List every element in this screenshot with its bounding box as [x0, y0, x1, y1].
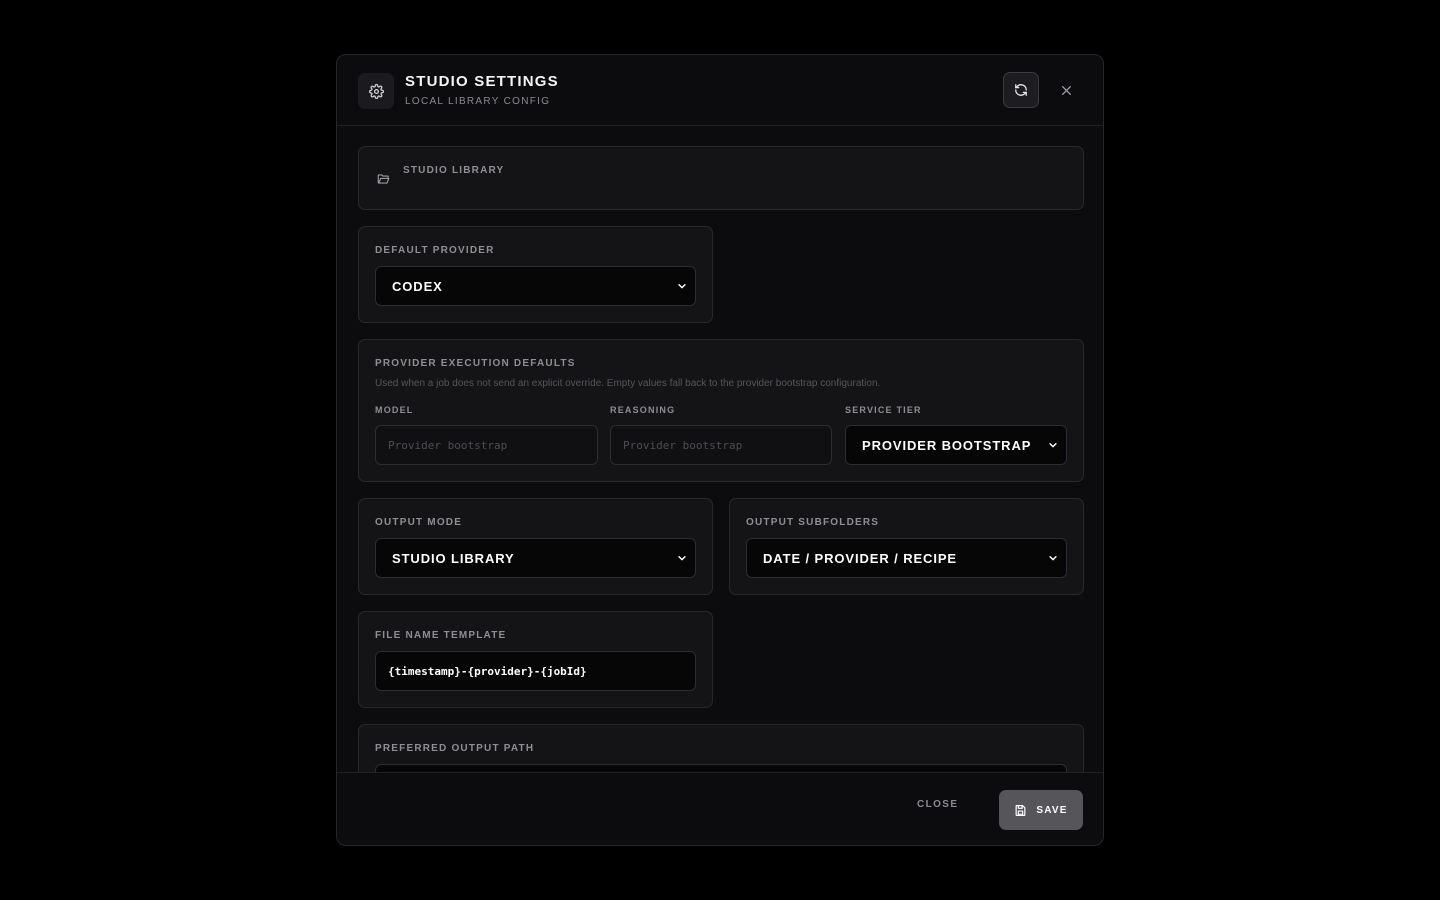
- execution-defaults-card: PROVIDER EXECUTION DEFAULTS Used when a …: [358, 339, 1084, 482]
- dialog-subtitle: LOCAL LIBRARY CONFIG: [405, 96, 551, 107]
- dialog-body: STUDIO LIBRARY DEFAULT PROVIDER CODEX PR…: [337, 127, 1103, 772]
- save-button[interactable]: SAVE: [999, 790, 1083, 830]
- refresh-icon: [1015, 84, 1027, 96]
- model-input[interactable]: Provider bootstrap: [375, 425, 598, 465]
- output-mode-card: OUTPUT MODE STUDIO LIBRARY: [358, 498, 713, 595]
- reasoning-input[interactable]: Provider bootstrap: [610, 425, 832, 465]
- model-placeholder: Provider bootstrap: [388, 438, 508, 452]
- close-icon: [1061, 85, 1071, 95]
- output-subfolders-value: DATE / PROVIDER / RECIPE: [763, 550, 957, 566]
- chevron-down-icon: [1049, 443, 1057, 448]
- reasoning-placeholder: Provider bootstrap: [623, 438, 743, 452]
- studio-library-card: STUDIO LIBRARY: [358, 146, 1084, 210]
- default-provider-card: DEFAULT PROVIDER CODEX: [358, 226, 713, 323]
- folder-icon: [376, 172, 391, 191]
- chevron-down-icon: [678, 284, 686, 289]
- file-name-template-label: FILE NAME TEMPLATE: [375, 630, 507, 641]
- output-mode-select[interactable]: STUDIO LIBRARY: [375, 538, 696, 578]
- dialog-header: STUDIO SETTINGS LOCAL LIBRARY CONFIG: [337, 55, 1103, 126]
- output-subfolders-label: OUTPUT SUBFOLDERS: [746, 517, 880, 528]
- service-tier-select[interactable]: PROVIDER BOOTSTRAP: [845, 425, 1067, 465]
- file-name-template-value: {timestamp}-{provider}-{jobId}: [388, 664, 587, 678]
- chevron-down-icon: [1049, 556, 1057, 561]
- service-tier-value: PROVIDER BOOTSTRAP: [862, 437, 1032, 453]
- output-mode-value: STUDIO LIBRARY: [392, 550, 515, 566]
- save-label: SAVE: [1036, 804, 1068, 816]
- preferred-output-path-label: PREFERRED OUTPUT PATH: [375, 743, 535, 754]
- refresh-button[interactable]: [1003, 72, 1039, 108]
- studio-library-label: STUDIO LIBRARY: [403, 165, 505, 176]
- gear-icon: [358, 73, 394, 109]
- output-mode-label: OUTPUT MODE: [375, 517, 463, 528]
- service-tier-label: SERVICE TIER: [845, 405, 922, 415]
- dialog-footer: CLOSE SAVE: [337, 772, 1103, 845]
- default-provider-label: DEFAULT PROVIDER: [375, 245, 495, 256]
- save-icon: [1015, 804, 1026, 816]
- output-subfolders-card: OUTPUT SUBFOLDERS DATE / PROVIDER / RECI…: [729, 498, 1084, 595]
- preferred-output-path-card: PREFERRED OUTPUT PATH: [358, 724, 1084, 772]
- reasoning-label: REASONING: [610, 405, 676, 415]
- close-icon-button[interactable]: [1053, 77, 1079, 103]
- model-label: MODEL: [375, 405, 414, 415]
- file-name-template-card: FILE NAME TEMPLATE {timestamp}-{provider…: [358, 611, 713, 708]
- execution-defaults-label: PROVIDER EXECUTION DEFAULTS: [375, 358, 576, 369]
- execution-defaults-hint: Used when a job does not send an explici…: [375, 378, 881, 389]
- preferred-output-path-input[interactable]: [375, 764, 1067, 772]
- output-subfolders-select[interactable]: DATE / PROVIDER / RECIPE: [746, 538, 1067, 578]
- default-provider-select[interactable]: CODEX: [375, 266, 696, 306]
- close-button[interactable]: CLOSE: [917, 799, 958, 810]
- dialog-title: STUDIO SETTINGS: [405, 73, 559, 90]
- default-provider-value: CODEX: [392, 278, 443, 294]
- file-name-template-input[interactable]: {timestamp}-{provider}-{jobId}: [375, 651, 696, 691]
- settings-dialog: STUDIO SETTINGS LOCAL LIBRARY CONFIG STU…: [336, 54, 1104, 846]
- chevron-down-icon: [678, 556, 686, 561]
